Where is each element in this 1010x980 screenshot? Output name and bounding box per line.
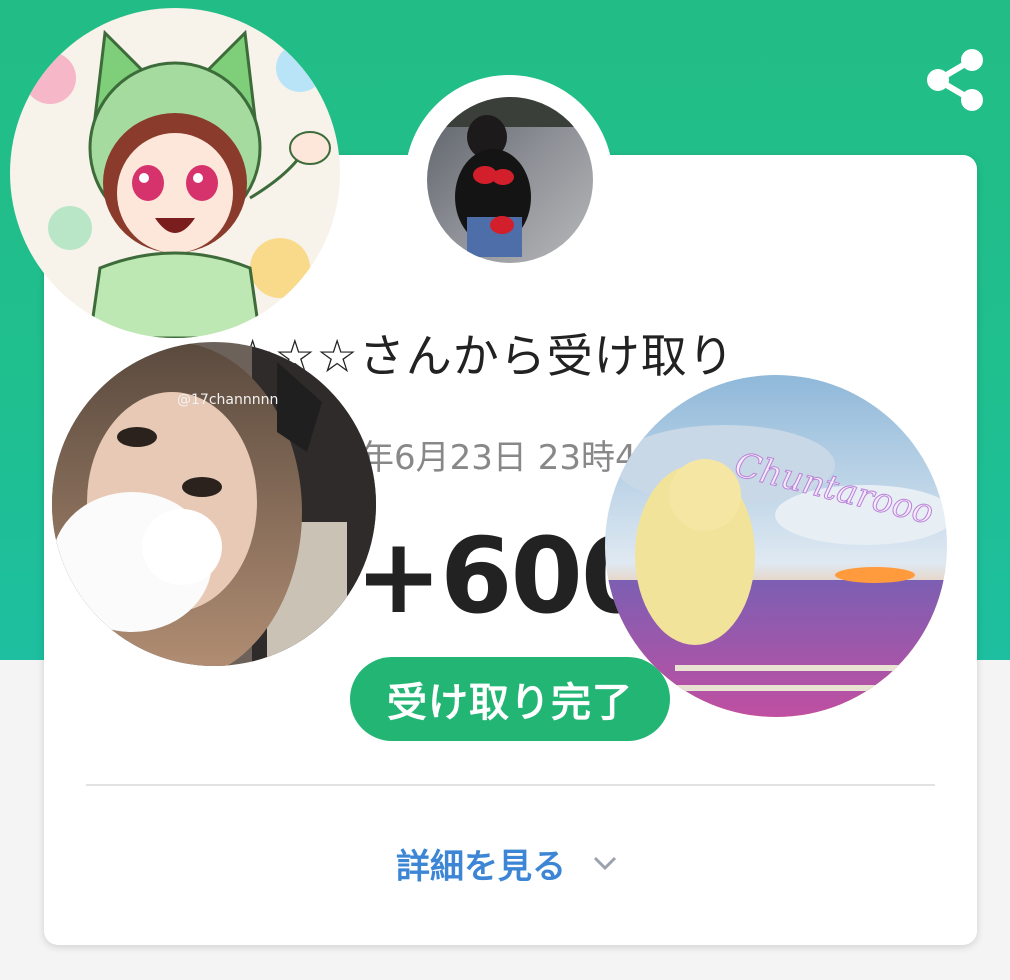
share-icon [927,49,983,111]
share-button[interactable] [920,44,992,116]
watermark-text: @17channnnn [177,392,278,408]
details-button[interactable]: 詳細を見る [396,838,618,888]
divider [86,784,935,786]
status-badge: 受け取り完了 [350,657,670,741]
avatar-sticker-anime [10,8,340,338]
sender-avatar[interactable] [427,97,593,263]
chevron-down-icon [593,856,617,871]
avatar-sticker-sea: Chuntarooo [605,375,947,717]
transaction-date: 年6月23日 23時49 [360,438,659,478]
details-label: 詳細を見る [396,846,566,887]
status-label: 受け取り完了 [387,680,633,726]
avatar-sticker-photo: @17channnnn [52,342,376,666]
